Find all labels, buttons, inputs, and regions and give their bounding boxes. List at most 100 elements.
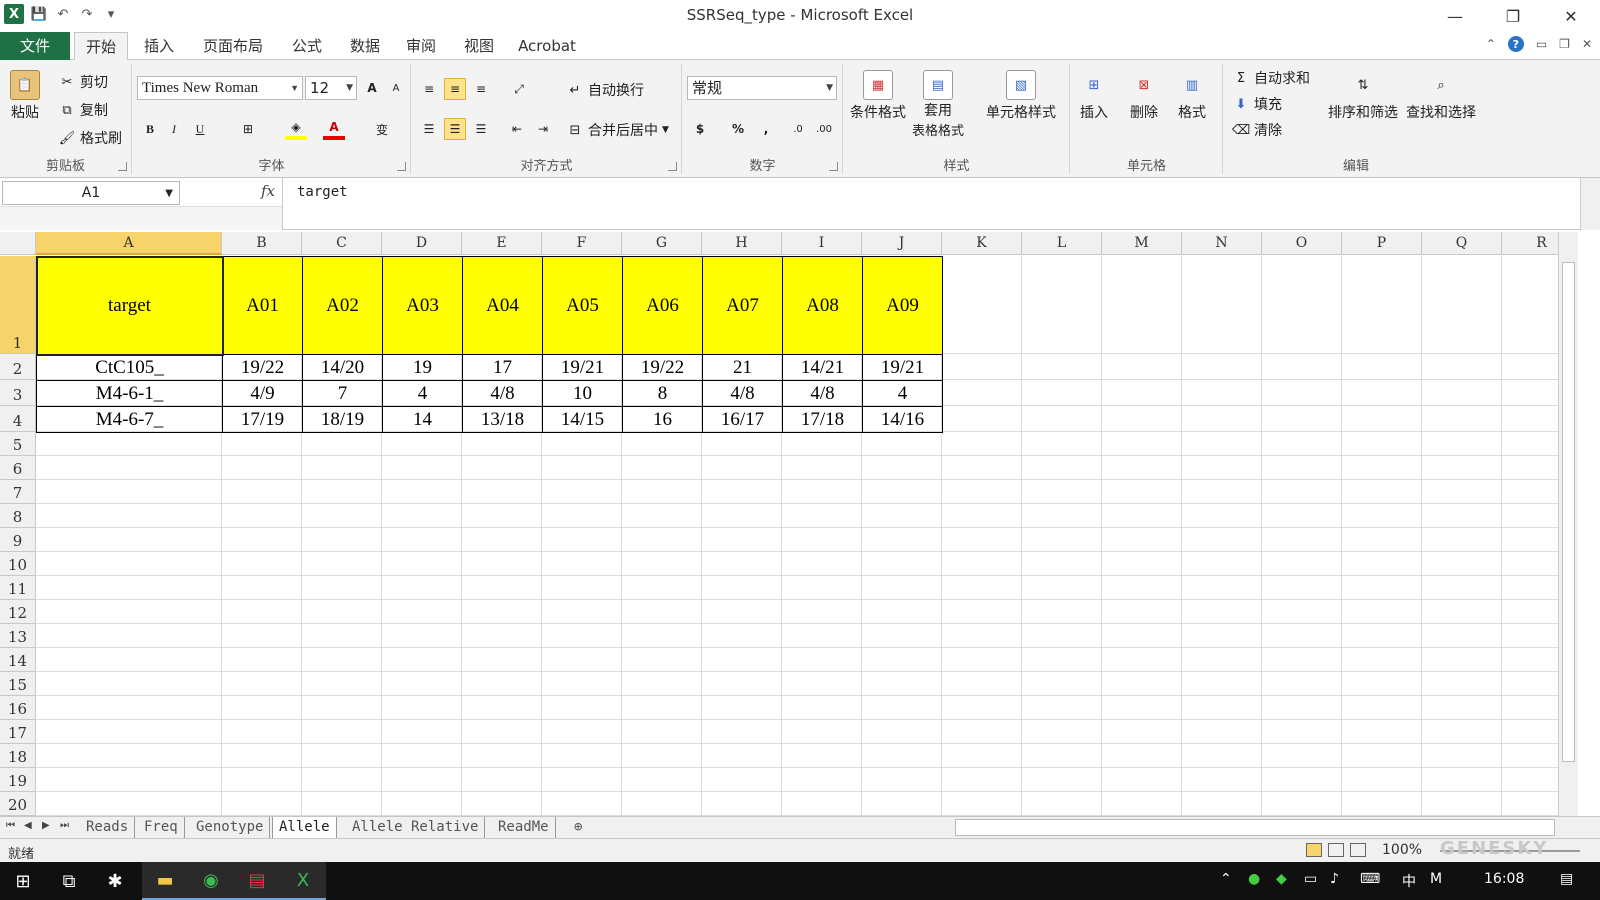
header-cell[interactable]: A06 xyxy=(622,256,703,355)
data-cell[interactable]: 13/18 xyxy=(462,406,543,433)
close-button[interactable]: ✕ xyxy=(1542,0,1600,32)
insert-cells-button[interactable]: ⊞ 插入 xyxy=(1079,70,1109,122)
cell-styles-button[interactable]: ▧ 单元格样式 xyxy=(986,70,1056,122)
data-cell[interactable]: 7 xyxy=(302,380,383,407)
data-cell[interactable]: 14/16 xyxy=(862,406,943,433)
decrease-indent-icon[interactable]: ⇤ xyxy=(506,118,528,140)
font-size-combo[interactable]: 12 ▼ xyxy=(305,76,357,100)
align-left-icon[interactable]: ☰ xyxy=(418,118,440,140)
tab-data[interactable]: 数据 xyxy=(340,32,390,60)
data-cell[interactable]: 19/22 xyxy=(222,354,303,381)
zoom-level[interactable]: 100% xyxy=(1382,842,1422,858)
column-header[interactable]: D xyxy=(382,232,462,255)
page-layout-view-icon[interactable] xyxy=(1328,843,1344,857)
page-break-view-icon[interactable] xyxy=(1350,843,1366,857)
data-cell[interactable]: 16 xyxy=(622,406,703,433)
column-header[interactable]: P xyxy=(1342,232,1422,255)
italic-button[interactable]: I xyxy=(163,118,185,140)
column-header[interactable]: F xyxy=(542,232,622,255)
ime-indicator[interactable]: 中 xyxy=(1402,871,1416,891)
minimize-ribbon-icon[interactable]: ⌃ xyxy=(1486,37,1496,51)
column-header[interactable]: M xyxy=(1102,232,1182,255)
tab-file[interactable]: 文件 xyxy=(0,32,70,60)
doc-restore-icon[interactable]: ❐ xyxy=(1559,37,1570,51)
row-header[interactable]: 4 xyxy=(0,406,36,432)
data-cell[interactable]: 17/18 xyxy=(782,406,863,433)
tab-acrobat[interactable]: Acrobat xyxy=(512,32,582,60)
name-box[interactable]: A1 ▼ xyxy=(2,181,180,205)
data-cell[interactable]: 4 xyxy=(382,380,463,407)
data-cell[interactable]: 19/21 xyxy=(862,354,943,381)
formula-input[interactable]: target xyxy=(282,178,1580,230)
row-header[interactable]: 2 xyxy=(0,354,36,380)
data-cell[interactable]: 19/21 xyxy=(542,354,623,381)
column-header[interactable]: K xyxy=(942,232,1022,255)
sort-filter-button[interactable]: ⇅ 排序和筛选 xyxy=(1328,70,1398,122)
grow-font-button[interactable]: A xyxy=(361,77,383,99)
data-cell[interactable]: 21 xyxy=(702,354,783,381)
excel-taskbar-icon[interactable]: X xyxy=(280,862,326,900)
battery-icon[interactable]: ▭ xyxy=(1304,871,1317,887)
row-header[interactable]: 20 xyxy=(0,792,36,816)
increase-decimal-button[interactable]: .0 xyxy=(787,118,809,140)
tab-review[interactable]: 审阅 xyxy=(396,32,446,60)
comma-button[interactable]: , xyxy=(755,118,777,140)
tab-home[interactable]: 开始 xyxy=(74,32,128,61)
row-header[interactable]: 18 xyxy=(0,744,36,768)
keyboard-icon[interactable]: ⌨ xyxy=(1360,871,1380,887)
row-header[interactable]: 13 xyxy=(0,624,36,648)
cut-button[interactable]: ✂ 剪切 xyxy=(58,72,108,92)
border-icon[interactable]: ⊞ xyxy=(237,118,259,140)
column-header[interactable]: B xyxy=(222,232,302,255)
column-header[interactable]: I xyxy=(782,232,862,255)
number-format-combo[interactable]: 常规 ▼ xyxy=(687,76,837,100)
autosum-button[interactable]: Σ 自动求和 xyxy=(1232,68,1310,88)
row-header[interactable]: 11 xyxy=(0,576,36,600)
data-cell[interactable]: 17/19 xyxy=(222,406,303,433)
next-sheet-icon[interactable]: ▶ xyxy=(42,820,50,831)
data-cell[interactable]: 16/17 xyxy=(702,406,783,433)
data-cell[interactable]: 10 xyxy=(542,380,623,407)
pdf-reader-icon[interactable]: ▤ xyxy=(234,862,280,900)
vertical-scrollbar[interactable] xyxy=(1558,232,1578,816)
font-name-combo[interactable]: Times New Roman ▼ xyxy=(137,76,303,100)
underline-button[interactable]: U xyxy=(189,118,211,140)
scroll-thumb[interactable] xyxy=(1562,262,1575,762)
currency-button[interactable]: $ xyxy=(689,118,711,140)
prev-sheet-icon[interactable]: ◀ xyxy=(24,820,32,831)
row-header[interactable]: 6 xyxy=(0,456,36,480)
row-header[interactable]: 5 xyxy=(0,432,36,456)
fill-button[interactable]: ⬇ 填充 xyxy=(1232,94,1282,114)
column-header[interactable]: C xyxy=(302,232,382,255)
header-cell[interactable]: target xyxy=(36,256,223,355)
row-header[interactable]: 16 xyxy=(0,696,36,720)
find-select-button[interactable]: ⌕ 查找和选择 xyxy=(1406,70,1476,122)
fill-color-icon[interactable]: ◈ xyxy=(285,118,307,140)
doc-close-icon[interactable]: ✕ xyxy=(1582,37,1592,51)
row-header[interactable]: 9 xyxy=(0,528,36,552)
copy-button[interactable]: ⧉ 复制 xyxy=(58,100,108,120)
row-header[interactable]: 14 xyxy=(0,648,36,672)
format-as-table-button[interactable]: ▤ 套用 表格格式 xyxy=(912,70,964,139)
font-color-button[interactable]: A xyxy=(323,118,345,140)
sheet-tab[interactable]: Allele Relative xyxy=(346,817,486,838)
header-cell[interactable]: A03 xyxy=(382,256,463,355)
column-header[interactable]: N xyxy=(1182,232,1262,255)
minimize-button[interactable]: — xyxy=(1426,0,1484,32)
shield-icon[interactable]: ◆ xyxy=(1276,871,1287,887)
sheet-tab[interactable]: Reads xyxy=(80,817,136,838)
tab-view[interactable]: 视图 xyxy=(454,32,504,60)
data-cell[interactable]: 18/19 xyxy=(302,406,383,433)
last-sheet-icon[interactable]: ⏭ xyxy=(60,820,69,831)
clipboard-launcher-icon[interactable] xyxy=(118,162,127,171)
file-explorer-icon[interactable]: ▬ xyxy=(142,862,188,900)
alignment-launcher-icon[interactable] xyxy=(668,162,677,171)
percent-button[interactable]: % xyxy=(727,118,749,140)
row-header[interactable]: 19 xyxy=(0,768,36,792)
data-cell[interactable]: CtC105_ xyxy=(36,354,223,381)
data-cell[interactable]: 17 xyxy=(462,354,543,381)
header-cell[interactable]: A01 xyxy=(222,256,303,355)
align-right-icon[interactable]: ☰ xyxy=(470,118,492,140)
doc-minimize-icon[interactable]: ▭ xyxy=(1536,37,1547,51)
row-header[interactable]: 15 xyxy=(0,672,36,696)
